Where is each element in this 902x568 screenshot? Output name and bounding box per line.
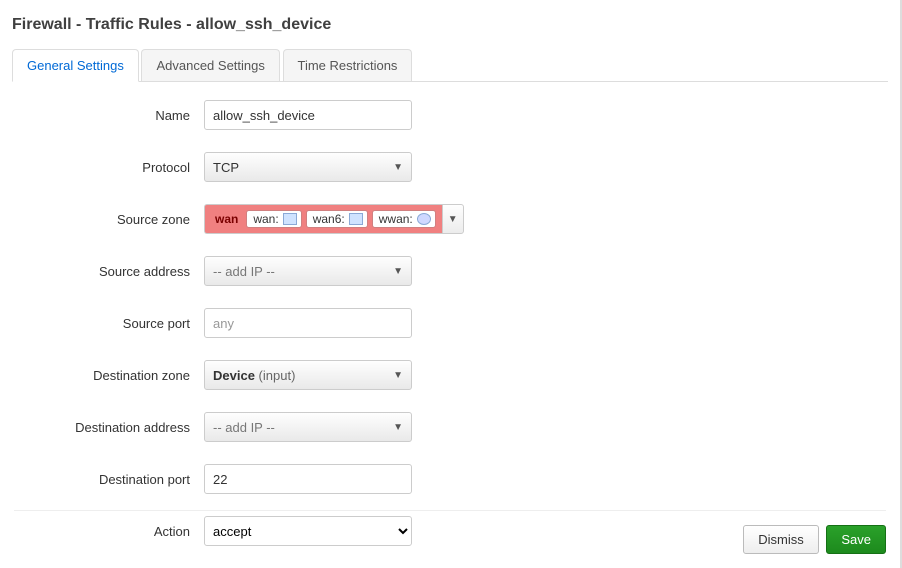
protocol-select[interactable]: TCP ▼ <box>204 152 412 182</box>
ethernet-icon <box>349 213 363 225</box>
chevron-down-icon: ▼ <box>393 162 403 173</box>
destination-zone-device: Device <box>213 368 255 383</box>
footer: Dismiss Save <box>14 510 886 554</box>
label-destination-port: Destination port <box>12 472 204 487</box>
page-title: Firewall - Traffic Rules - allow_ssh_dev… <box>12 16 888 34</box>
chevron-down-icon: ▼ <box>448 214 458 225</box>
destination-address-select[interactable]: -- add IP -- ▼ <box>204 412 412 442</box>
dismiss-button[interactable]: Dismiss <box>743 525 819 554</box>
label-destination-zone: Destination zone <box>12 368 204 383</box>
source-address-select[interactable]: -- add IP -- ▼ <box>204 256 412 286</box>
destination-port-input[interactable] <box>204 464 412 494</box>
source-address-placeholder: -- add IP -- <box>213 264 275 279</box>
wireless-icon <box>417 213 431 225</box>
destination-zone-sub: (input) <box>259 368 296 383</box>
chevron-down-icon: ▼ <box>393 422 403 433</box>
name-input[interactable] <box>204 100 412 130</box>
tabs: General Settings Advanced Settings Time … <box>12 48 888 82</box>
destination-address-placeholder: -- add IP -- <box>213 420 275 435</box>
source-zone-dropdown-button[interactable]: ▼ <box>442 204 464 234</box>
source-zone-name: wan <box>211 212 242 226</box>
interface-label: wwan: <box>379 212 413 226</box>
chevron-down-icon: ▼ <box>393 266 403 277</box>
label-source-address: Source address <box>12 264 204 279</box>
label-source-zone: Source zone <box>12 212 204 227</box>
interface-label: wan: <box>253 212 278 226</box>
tab-time-restrictions[interactable]: Time Restrictions <box>283 49 413 81</box>
interface-wan: wan: <box>246 210 301 228</box>
label-protocol: Protocol <box>12 160 204 175</box>
label-destination-address: Destination address <box>12 420 204 435</box>
destination-zone-select[interactable]: Device (input) ▼ <box>204 360 412 390</box>
tab-advanced-settings[interactable]: Advanced Settings <box>141 49 279 81</box>
source-zone-select[interactable]: wan wan: wan6: wwan: ▼ <box>204 204 464 234</box>
chevron-down-icon: ▼ <box>393 370 403 381</box>
interface-wan6: wan6: <box>306 210 368 228</box>
interface-wwan: wwan: <box>372 210 436 228</box>
save-button[interactable]: Save <box>826 525 886 554</box>
label-name: Name <box>12 108 204 123</box>
ethernet-icon <box>283 213 297 225</box>
interface-label: wan6: <box>313 212 345 226</box>
tab-general-settings[interactable]: General Settings <box>12 49 139 82</box>
source-port-input[interactable] <box>204 308 412 338</box>
protocol-value: TCP <box>213 160 239 175</box>
source-zone-badge: wan wan: wan6: wwan: <box>204 204 442 234</box>
label-source-port: Source port <box>12 316 204 331</box>
